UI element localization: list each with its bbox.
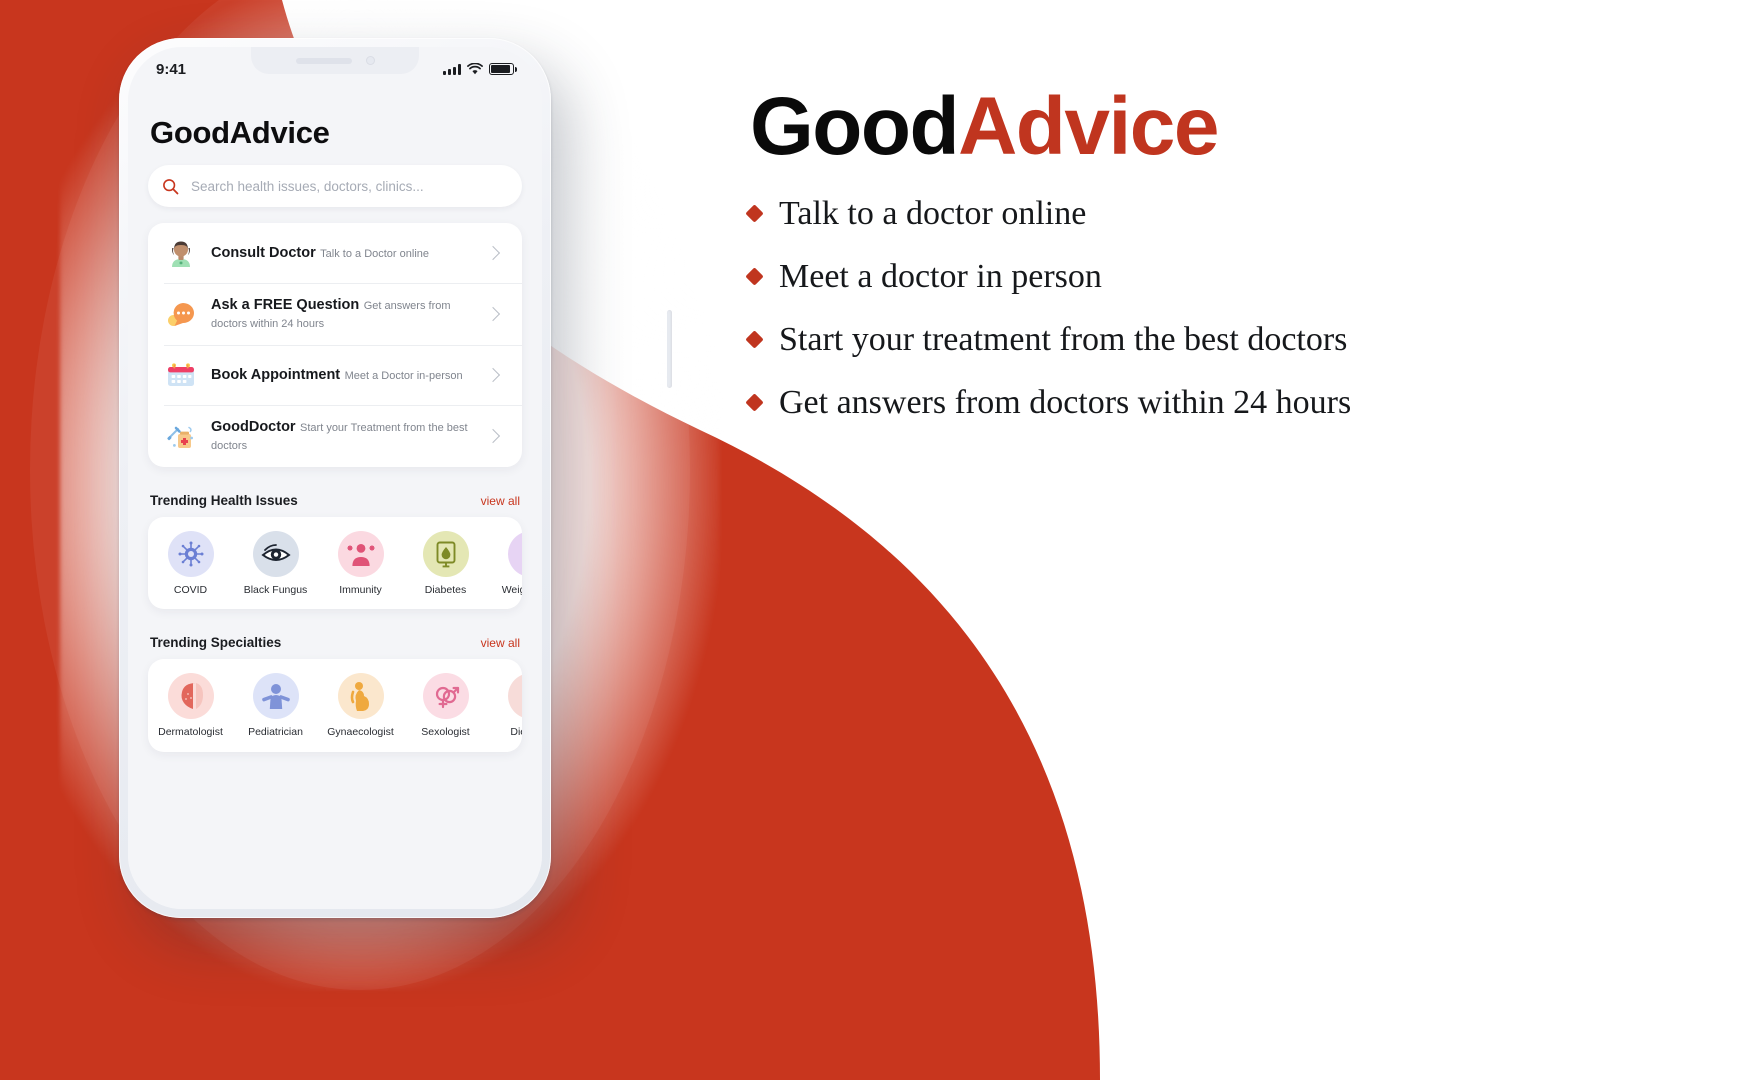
- wordmark-good: Good: [750, 81, 960, 172]
- menu-item-text: GoodDoctor Start your Treatment from the…: [211, 418, 475, 454]
- section-title: Trending Health Issues: [150, 493, 298, 509]
- pregnant-woman-icon: [337, 673, 384, 720]
- virus-icon: [167, 531, 214, 578]
- tile-pediatrician[interactable]: Pediatrician: [233, 673, 318, 739]
- tile-weight-loss[interactable]: Weight Loss: [488, 531, 522, 597]
- page-title: GoodAdvice: [150, 115, 330, 150]
- eye-icon: [252, 531, 299, 578]
- chevron-right-icon: [485, 429, 501, 444]
- chat-bubble-icon: [164, 297, 198, 331]
- menu-item-book-appointment[interactable]: Book Appointment Meet a Doctor in-person: [148, 345, 522, 405]
- menu-item-title: GoodDoctor: [211, 419, 296, 436]
- tile-label: Pediatrician: [248, 726, 303, 739]
- section-header-specialties: Trending Specialties view all: [128, 635, 542, 650]
- app-content: GoodAdvice Search health issues, doctors…: [128, 91, 542, 909]
- child-icon: [252, 673, 299, 720]
- quick-actions-card: Consult Doctor Talk to a Doctor online A…: [148, 223, 522, 468]
- diamond-bullet-icon: [745, 393, 764, 413]
- view-all-link-health-issues[interactable]: view all: [481, 494, 520, 508]
- status-indicators: [443, 63, 517, 75]
- menu-item-text: Ask a FREE Question Get answers from doc…: [211, 296, 475, 332]
- menu-item-text: Consult Doctor Talk to a Doctor online: [211, 244, 475, 262]
- status-bar: 9:41: [128, 47, 542, 91]
- tile-label: Dietician: [510, 726, 522, 739]
- section-title: Trending Specialties: [150, 635, 282, 651]
- health-issues-strip[interactable]: COVID Black Fungus Immunity Diabetes Wei: [148, 517, 522, 610]
- menu-item-gooddoctor[interactable]: GoodDoctor Start your Treatment from the…: [148, 405, 522, 467]
- search-bar[interactable]: [148, 165, 522, 207]
- diamond-bullet-icon: [745, 330, 764, 349]
- menu-item-title: Book Appointment: [211, 367, 341, 384]
- view-all-link-specialties[interactable]: view all: [481, 636, 520, 650]
- feature-bullet-list: Talk to a doctor online Meet a doctor in…: [745, 194, 1648, 422]
- tile-black-fungus[interactable]: Black Fungus: [233, 531, 318, 597]
- tile-sexologist[interactable]: Sexologist: [403, 673, 488, 739]
- bullet-text: Get answers from doctors within 24 hours: [779, 384, 1352, 422]
- wifi-icon: [467, 63, 483, 75]
- tile-diabetes[interactable]: Diabetes: [403, 531, 488, 597]
- bullet-item: Start your treatment from the best docto…: [745, 320, 1648, 359]
- search-section: [128, 165, 542, 207]
- syringe-medicine-icon: [164, 419, 198, 453]
- menu-item-ask-free-question[interactable]: Ask a FREE Question Get answers from doc…: [148, 283, 522, 345]
- tile-dermatologist[interactable]: Dermatologist: [148, 673, 233, 739]
- tile-gynaecologist[interactable]: Gynaecologist: [318, 673, 403, 739]
- cellular-bars-icon: [443, 63, 461, 75]
- doctor-avatar-icon: [164, 236, 198, 270]
- bullet-item: Meet a doctor in person: [745, 257, 1648, 296]
- menu-item-title: Consult Doctor: [211, 244, 316, 261]
- nutrition-icon: [507, 673, 522, 720]
- calendar-icon: [164, 358, 198, 392]
- phone-mockup: 9:41 GoodAdvice Search health issues, do…: [119, 38, 672, 918]
- blood-glucose-icon: [422, 531, 469, 578]
- chevron-right-icon: [485, 306, 501, 322]
- tile-label: Gynaecologist: [327, 726, 394, 739]
- chevron-right-icon: [485, 245, 501, 261]
- bullet-text: Talk to a doctor online: [779, 195, 1087, 232]
- face-skin-icon: [167, 673, 214, 720]
- diamond-bullet-icon: [745, 204, 764, 223]
- brand-wordmark: GoodAdvice: [750, 86, 1648, 168]
- phone-power-button: [667, 310, 672, 388]
- menu-item-subtitle: Meet a Doctor in-person: [344, 370, 463, 383]
- menu-item-subtitle: Talk to a Doctor online: [320, 247, 430, 260]
- promo-panel: GoodAdvice Talk to a doctor online Meet …: [745, 86, 1648, 446]
- tile-label: Sexologist: [421, 726, 470, 739]
- tile-label: COVID: [173, 584, 208, 597]
- chevron-right-icon: [485, 368, 501, 383]
- bullet-item: Talk to a doctor online: [745, 194, 1648, 233]
- tile-covid[interactable]: COVID: [148, 531, 233, 597]
- tile-dietician[interactable]: Dietician: [488, 673, 522, 739]
- tile-label: Dermatologist: [158, 726, 223, 739]
- wordmark-advice: Advice: [958, 81, 1219, 172]
- tile-label: Immunity: [339, 584, 382, 597]
- bullet-item: Get answers from doctors within 24 hours: [745, 383, 1648, 422]
- menu-item-consult-doctor[interactable]: Consult Doctor Talk to a Doctor online: [148, 223, 522, 283]
- menu-item-title: Ask a FREE Question: [211, 297, 360, 313]
- tile-label: Black Fungus: [243, 584, 308, 597]
- diamond-bullet-icon: [745, 267, 764, 286]
- weight-loss-icon: [507, 531, 522, 578]
- tile-label: Weight Loss: [501, 584, 522, 597]
- search-icon: [163, 178, 179, 194]
- menu-item-text: Book Appointment Meet a Doctor in-person: [211, 366, 475, 384]
- bullet-text: Start your treatment from the best docto…: [779, 321, 1348, 359]
- section-header-health-issues: Trending Health Issues view all: [128, 493, 542, 508]
- specialties-strip[interactable]: Dermatologist Pediatrician Gynaecologist…: [148, 659, 522, 752]
- status-time: 9:41: [156, 60, 187, 78]
- tile-label: Diabetes: [424, 584, 467, 597]
- phone-screen: 9:41 GoodAdvice Search health issues, do…: [128, 47, 542, 909]
- person-shield-icon: [337, 531, 384, 578]
- bullet-text: Meet a doctor in person: [779, 258, 1102, 296]
- tile-immunity[interactable]: Immunity: [318, 531, 403, 597]
- battery-icon: [489, 63, 517, 75]
- search-input[interactable]: [189, 177, 508, 195]
- gender-symbols-icon: [422, 673, 469, 720]
